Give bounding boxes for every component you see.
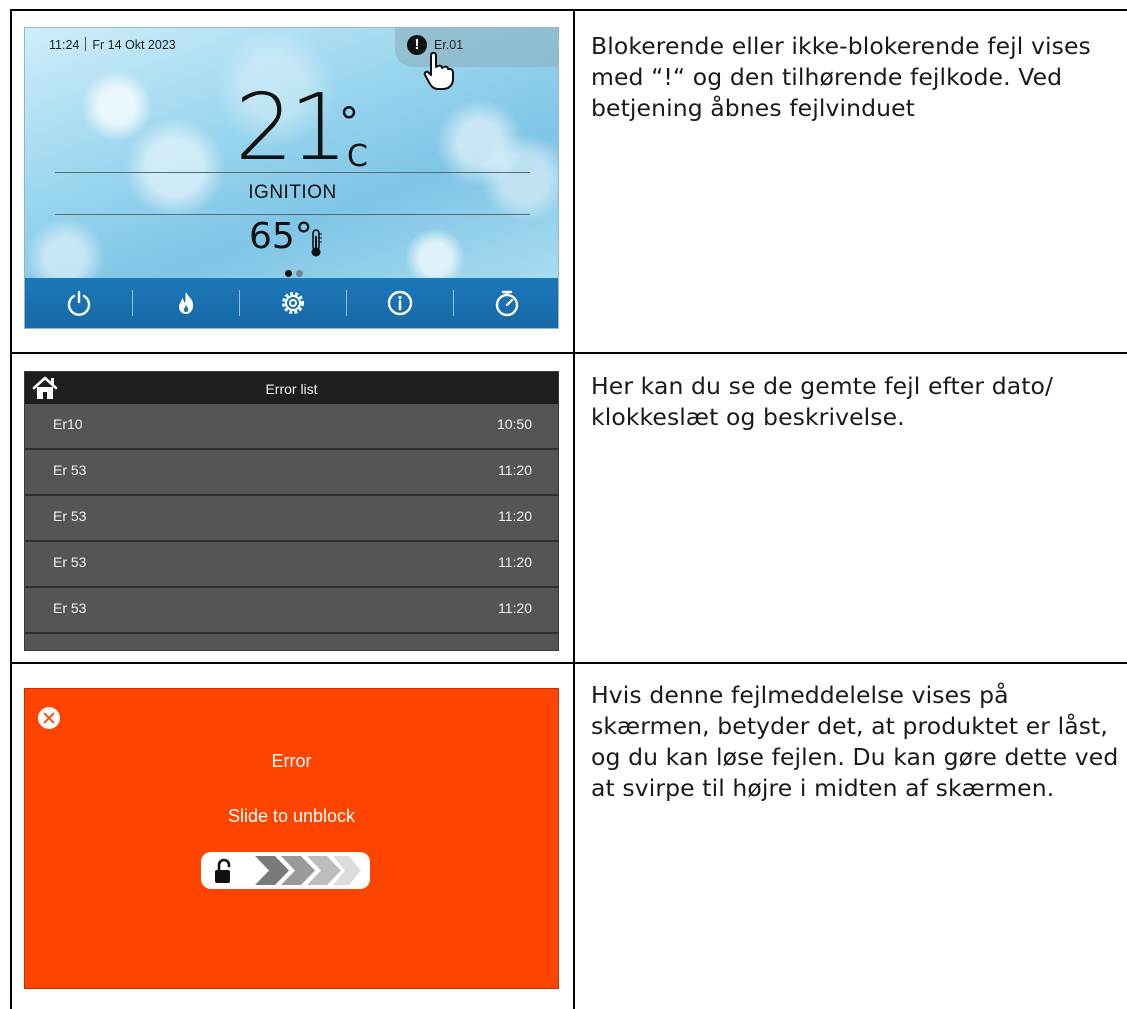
error-lock-screen: Error Slide to unblock [24,688,559,989]
info-icon [387,290,412,316]
water-temperature: 65° [249,216,313,257]
info-button[interactable] [346,278,453,328]
table-row-divider-2 [10,662,1127,664]
unlock-slider[interactable] [201,852,370,889]
flame-button[interactable] [132,278,239,328]
table-border-top [10,9,1127,11]
lock-hint: Slide to unblock [227,806,356,826]
error-time: 11:20 [498,600,532,616]
error-time: 10:50 [496,416,532,432]
error-row[interactable]: Er 53 11:20 [25,450,558,496]
status-bar: 11:24 Fr 14 Okt 2023 [49,37,176,52]
divider [55,172,530,173]
close-icon[interactable] [37,706,61,730]
gear-icon [281,292,304,314]
error-list-title: Error list [265,381,318,397]
error-time: 11:20 [498,554,532,570]
power-button[interactable] [25,278,132,328]
lock-title: Error [271,751,312,771]
divider [55,214,530,215]
power-icon [67,290,90,316]
clock-time: 11:24 [49,38,80,52]
bottom-nav [25,278,558,328]
error-row[interactable]: Er 53 11:20 [25,496,558,542]
error-row[interactable]: Er 53 11:20 [25,542,558,588]
home-screen: 11:24 Fr 14 Okt 2023 ! Er.01 21 ° C IGNIT… [24,27,559,329]
clock-date: Fr 14 Okt 2023 [92,38,176,52]
table-border-middle [573,9,575,1009]
description-error-list: Her kan du se de gemte fejl efter dato/ … [591,372,1054,431]
error-code: Er 53 [53,462,87,478]
tap-hand-icon [423,51,454,90]
page-dot-active [285,270,292,277]
error-list-header: Error list [25,372,558,404]
error-list-screen: Error list Er10 10:50 Er 53 11:20 Er 53 … [24,371,559,651]
stove-state: IGNITION [248,182,337,203]
error-code: Er 53 [53,508,87,524]
room-temperature-unit: C [347,139,368,174]
timer-button[interactable] [453,278,558,328]
error-code: Er 53 [53,554,87,570]
slide-chevrons-icon [255,856,361,885]
error-row[interactable]: Er10 10:50 [25,404,558,450]
error-time: 11:20 [498,462,532,478]
settings-button[interactable] [239,278,346,328]
error-time: 11:20 [498,508,532,524]
description-lock: Hvis denne fejlmeddelelse vises på skærm… [591,681,1119,802]
table-row-divider-1 [10,352,1127,354]
error-code: Er10 [53,416,83,432]
error-code: Er 53 [53,600,87,616]
description-home: Blokerende eller ikke-blokerende fejl vi… [591,32,1091,122]
flame-icon [178,292,193,314]
thermometer-icon [311,229,322,257]
padlock-open-icon[interactable] [213,858,235,884]
table-border-left [10,9,12,1009]
error-row[interactable]: Er 53 11:20 [25,588,558,634]
timer-icon [495,290,518,317]
room-temperature: 21 [235,74,348,181]
error-code-label[interactable]: Er.01 [434,38,463,52]
status-separator [85,37,87,51]
page-dot [296,270,303,277]
